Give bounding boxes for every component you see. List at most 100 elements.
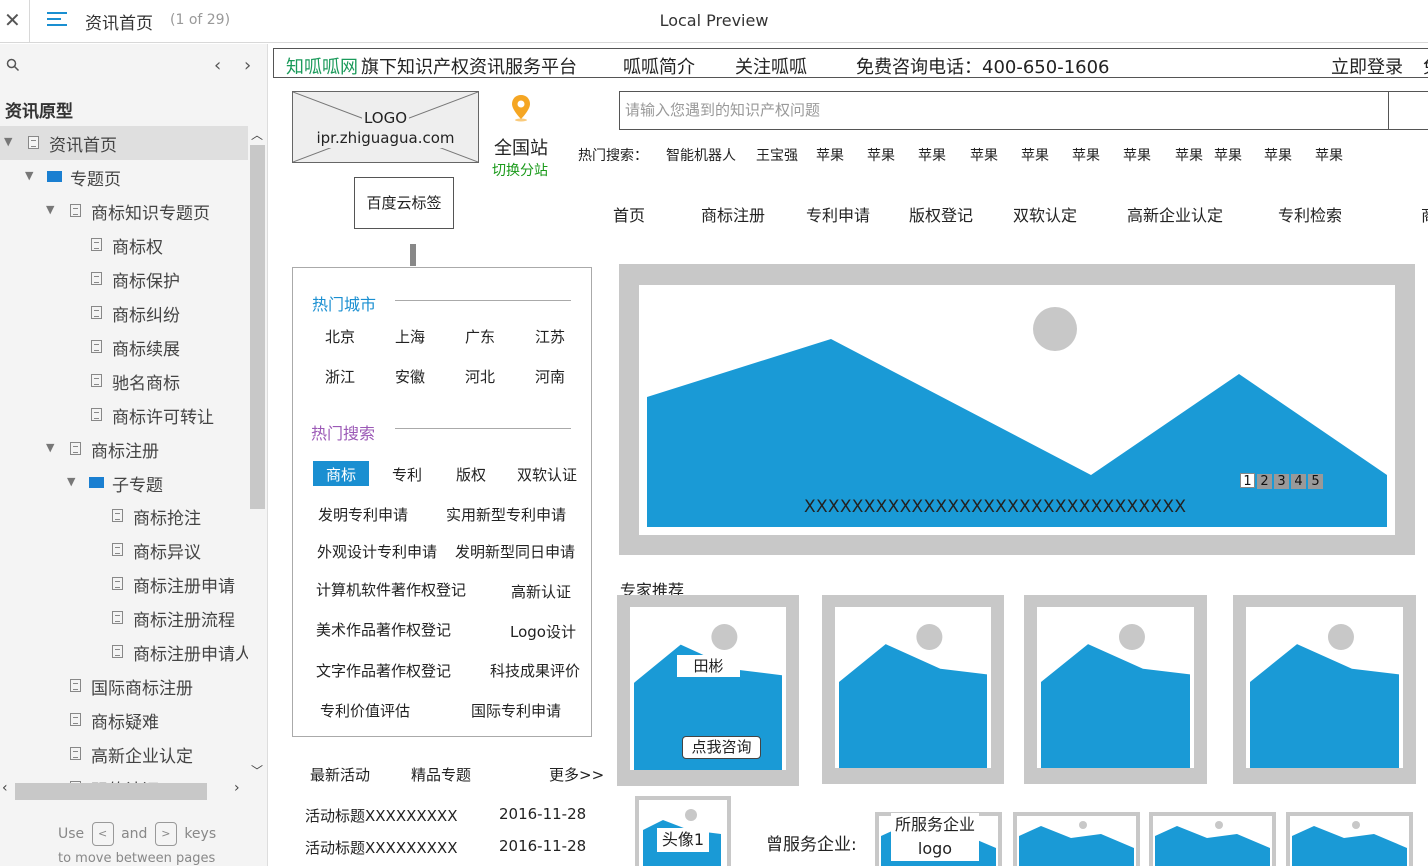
nav-item[interactable]: 商 [1421,202,1428,226]
search-icon[interactable] [6,58,20,76]
prev-page-button[interactable]: ‹ [214,55,221,76]
hot-search-link[interactable]: 智能机器人 [666,145,736,165]
chevron-down-icon[interactable]: ▼ [25,169,33,182]
brand-name[interactable]: 知呱呱网 [286,53,358,79]
nav-item[interactable]: 双软认定 [1013,202,1077,226]
sidebar-item[interactable]: ▼ 专题页 [0,160,248,194]
hot-search-link[interactable]: 苹果 [1315,145,1343,165]
hot-search-link[interactable]: 苹果 [1264,145,1292,165]
search-link[interactable]: 实用新型专利申请 [446,504,566,525]
sidebar-item[interactable]: 商标保护 [0,262,248,296]
hot-search-link[interactable]: 苹果 [1175,145,1203,165]
hot-search-link[interactable]: 苹果 [970,145,998,165]
search-tag[interactable]: 专利 [392,464,422,485]
nav-item[interactable]: 商标注册 [701,202,765,226]
chevron-down-icon[interactable]: ▼ [46,203,54,216]
nav-item[interactable]: 版权登记 [909,202,973,226]
scroll-up-icon[interactable]: ︿ [251,126,263,143]
consult-button[interactable]: 点我咨询 [682,736,761,759]
register-link[interactable]: 免 [1423,53,1428,79]
sidebar-item[interactable]: ▼ 子专题 [0,466,248,500]
city-link[interactable]: 广东 [465,326,495,347]
search-link[interactable]: 计算机软件著作权登记 [316,579,466,600]
sidebar-item[interactable]: 高新企业认定 [0,737,248,771]
search-button[interactable] [1388,91,1428,130]
sidebar-item[interactable]: 商标续展 [0,330,248,364]
location-pin-icon[interactable] [510,94,532,126]
scroll-down-icon[interactable]: ﹀ [251,762,263,779]
activity-title[interactable]: 活动标题XXXXXXXXX [305,837,457,858]
sidebar-item[interactable]: ▼ 商标注册 [0,432,248,466]
sidebar-item[interactable]: 国际商标注册 [0,669,248,703]
expert-card[interactable] [1233,595,1416,784]
nav-item[interactable]: 专利申请 [806,202,870,226]
search-input[interactable] [620,92,1388,129]
tab-latest-activities[interactable]: 最新活动 [310,764,370,785]
scroll-left-icon[interactable]: ‹ [2,780,8,796]
search-link[interactable]: 高新认证 [511,581,571,602]
next-page-button[interactable]: › [244,55,251,76]
chevron-down-icon[interactable]: ▼ [4,135,12,148]
sidebar-item[interactable]: 商标许可转让 [0,398,248,432]
pager-dot[interactable]: 2 [1257,474,1272,489]
sidebar-item[interactable]: 商标注册流程 [0,601,248,635]
search-link[interactable]: 科技成果评价 [490,660,580,681]
city-link[interactable]: 浙江 [325,366,355,387]
sidebar-item[interactable]: 商标异议 [0,533,248,567]
more-link[interactable]: 更多>> [549,764,604,785]
pager-dot[interactable]: 5 [1308,474,1323,489]
city-link[interactable]: 江苏 [535,326,565,347]
city-link[interactable]: 安徽 [395,366,425,387]
about-link[interactable]: 呱呱简介 [623,53,695,79]
sidebar-item[interactable]: ▼ 资讯首页 [0,126,248,160]
search-link[interactable]: 国际专利申请 [471,700,561,721]
sidebar-item[interactable]: 商标注册申请人 [0,635,252,669]
hot-search-link[interactable]: 苹果 [1123,145,1151,165]
chevron-down-icon[interactable]: ▼ [46,441,54,454]
expert-card[interactable] [822,595,1004,784]
pager-dot[interactable]: 4 [1291,474,1306,489]
sidebar-item[interactable]: 驰名商标 [0,364,248,398]
pager-dot[interactable]: 1 [1240,473,1255,489]
search-link[interactable]: 发明专利申请 [318,504,408,525]
sidebar-item[interactable]: 商标纠纷 [0,296,248,330]
tab-featured-topics[interactable]: 精品专题 [411,764,471,785]
nav-item[interactable]: 专利检索 [1278,202,1342,226]
hot-search-link[interactable]: 苹果 [918,145,946,165]
horizontal-scroll-thumb[interactable] [15,783,207,800]
vertical-scroll-thumb[interactable] [250,145,265,509]
nav-item[interactable]: 高新企业认定 [1127,202,1223,226]
hot-search-link[interactable]: 苹果 [816,145,844,165]
login-link[interactable]: 立即登录 [1331,53,1403,79]
search-tag[interactable]: 双软认证 [517,464,577,485]
search-link[interactable]: 外观设计专利申请 [317,541,437,562]
search-link[interactable]: Logo设计 [510,621,576,642]
expert-card[interactable] [1024,595,1207,784]
hot-search-link[interactable]: 苹果 [1021,145,1049,165]
sidebar-item[interactable]: 商标注册申请 [0,567,248,601]
activity-title[interactable]: 活动标题XXXXXXXXX [305,805,457,826]
search-link[interactable]: 文字作品著作权登记 [316,660,451,681]
switch-station-link[interactable]: 切换分站 [492,160,548,180]
hot-search-link[interactable]: 王宝强 [756,145,798,165]
hot-search-link[interactable]: 苹果 [1214,145,1242,165]
scroll-right-icon[interactable]: › [234,780,240,796]
search-tag[interactable]: 商标 [326,464,356,485]
city-link[interactable]: 河北 [465,366,495,387]
sidebar-item[interactable]: 商标疑难 [0,703,248,737]
city-link[interactable]: 上海 [395,326,425,347]
search-tag[interactable]: 版权 [456,464,486,485]
nav-item[interactable]: 首页 [613,202,645,226]
chevron-down-icon[interactable]: ▼ [67,475,75,488]
search-link[interactable]: 美术作品著作权登记 [316,619,451,640]
pager-dot[interactable]: 3 [1274,474,1289,489]
follow-link[interactable]: 关注呱呱 [735,53,807,79]
hot-search-link[interactable]: 苹果 [867,145,895,165]
sidebar-item[interactable]: 商标权 [0,228,248,262]
search-link[interactable]: 专利价值评估 [320,700,410,721]
city-link[interactable]: 北京 [325,326,355,347]
sidebar-item[interactable]: ▼ 商标知识专题页 [0,194,248,228]
logo-placeholder[interactable]: LOGO ipr.zhiguagua.com [292,91,479,163]
city-link[interactable]: 河南 [535,366,565,387]
baidu-tag-box[interactable]: 百度云标签 [354,177,454,229]
